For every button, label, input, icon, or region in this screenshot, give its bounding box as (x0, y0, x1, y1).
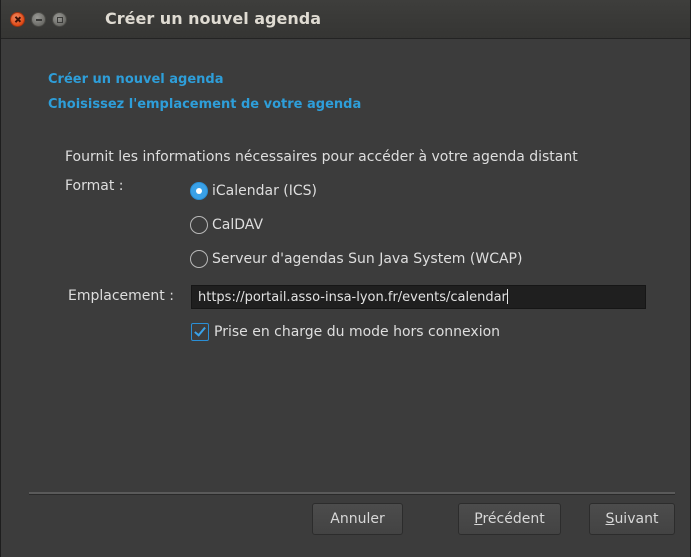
maximize-icon[interactable] (52, 12, 67, 27)
text-caret (506, 289, 508, 304)
checkbox-checked-icon[interactable] (191, 323, 209, 341)
close-icon[interactable] (10, 12, 25, 27)
radio-checked-icon[interactable] (190, 182, 208, 200)
location-label: Emplacement : (68, 288, 174, 304)
radio-unchecked-icon[interactable] (190, 216, 208, 234)
radio-wcap-label[interactable]: Serveur d'agendas Sun Java System (WCAP) (212, 251, 522, 267)
minimize-icon[interactable] (31, 12, 46, 27)
next-button[interactable]: Suivant (589, 503, 675, 535)
title-bar[interactable]: Créer un nouvel agenda (1, 0, 690, 39)
dialog-window: Créer un nouvel agenda Créer un nouvel a… (0, 0, 691, 557)
intro-text: Fournit les informations nécessaires pou… (65, 149, 578, 165)
previous-label: récédent (482, 511, 545, 527)
location-input-value[interactable]: https://portail.asso-insa-lyon.fr/events… (198, 290, 507, 305)
radio-caldav-label[interactable]: CalDAV (212, 217, 263, 233)
radio-icalendar-label[interactable]: iCalendar (ICS) (212, 183, 317, 199)
location-input[interactable]: https://portail.asso-insa-lyon.fr/events… (191, 285, 646, 309)
radio-caldav[interactable]: CalDAV (190, 214, 263, 236)
offline-checkbox[interactable]: Prise en charge du mode hors connexion (191, 321, 500, 343)
radio-wcap[interactable]: Serveur d'agendas Sun Java System (WCAP) (190, 248, 522, 270)
footer-separator (29, 492, 675, 495)
cancel-button[interactable]: Annuler (312, 503, 403, 535)
offline-checkbox-label[interactable]: Prise en charge du mode hors connexion (214, 324, 500, 340)
next-label: uivant (614, 511, 659, 527)
radio-unchecked-icon[interactable] (190, 250, 208, 268)
radio-icalendar[interactable]: iCalendar (ICS) (190, 180, 317, 202)
wizard-subheading: Choisissez l'emplacement de votre agenda (48, 97, 362, 112)
format-label: Format : (65, 178, 124, 194)
previous-button[interactable]: Précédent (458, 503, 561, 535)
window-title: Créer un nouvel agenda (105, 9, 321, 28)
wizard-heading: Créer un nouvel agenda (48, 72, 224, 87)
